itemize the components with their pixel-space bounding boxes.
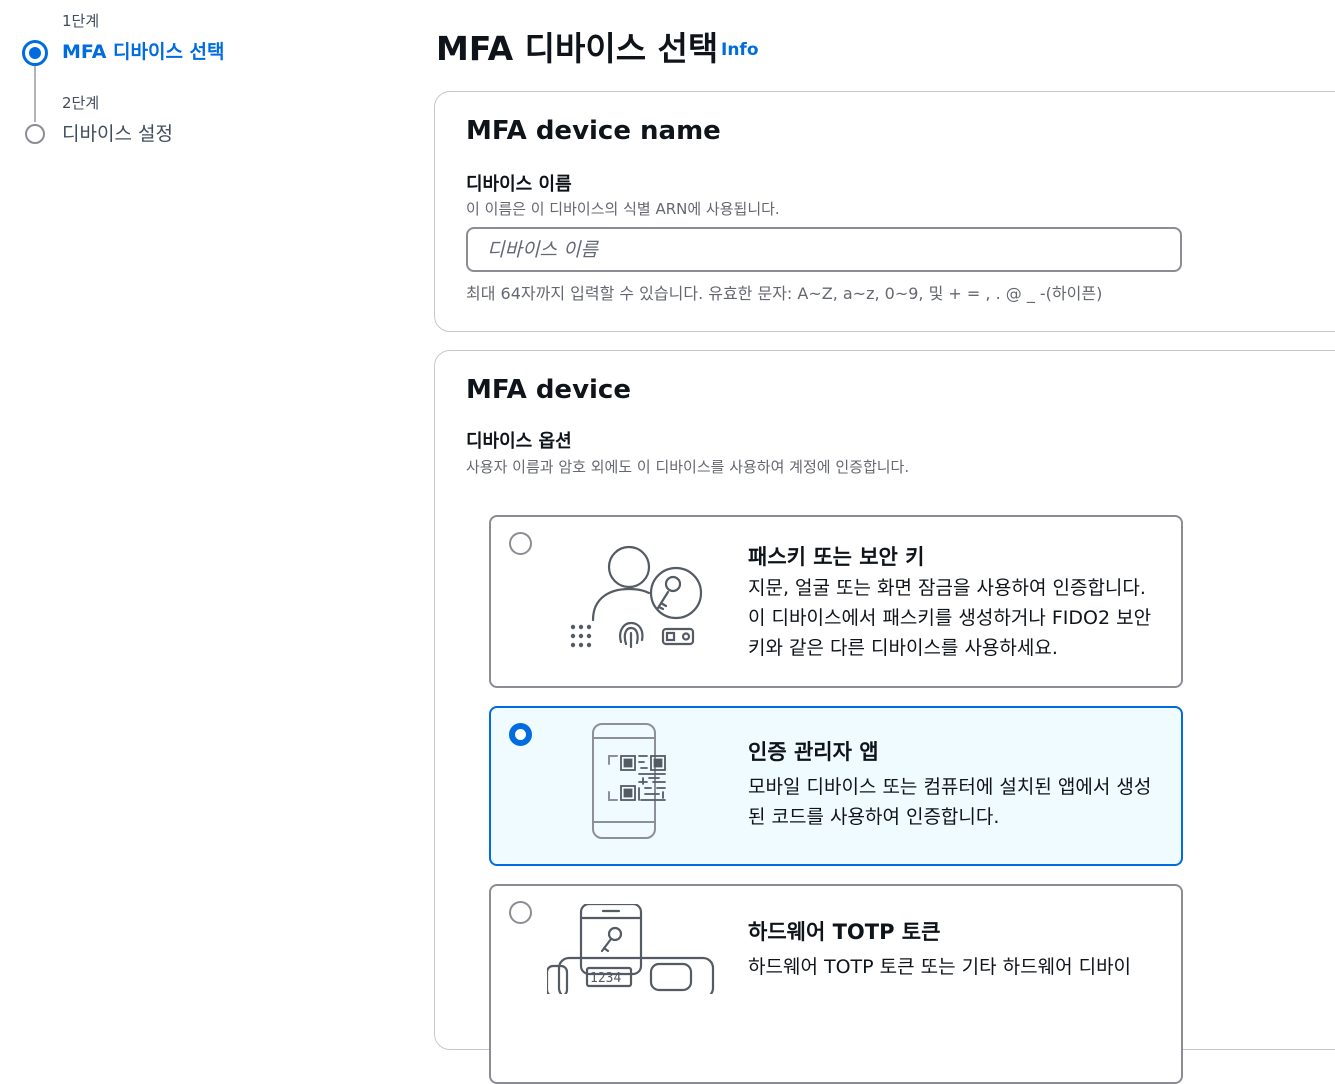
token-display-text: 1234 [590, 971, 621, 986]
option-hardware-totp-radio[interactable] [509, 901, 532, 924]
mfa-device-name-container: MFA device name 디바이스 이름 이 이름은 이 디바이스의 식별… [434, 91, 1335, 332]
page-title: MFA 디바이스 선택 [436, 29, 719, 68]
device-name-description: 이 이름은 이 디바이스의 식별 ARN에 사용됩니다. [466, 200, 780, 218]
passkey-icon [570, 545, 703, 649]
step-2-indicator [25, 124, 45, 144]
option-passkey-description: 지문, 얼굴 또는 화면 잠금을 사용하여 인증합니다. 이 디바이스에서 패스… [748, 577, 1152, 659]
step-2-title: 디바이스 설정 [62, 123, 173, 145]
device-name-input[interactable] [466, 227, 1182, 272]
option-passkey-title: 패스키 또는 보안 키 [748, 545, 925, 569]
step-1-active-indicator [22, 40, 48, 66]
info-link[interactable]: Info [721, 40, 759, 60]
option-authenticator-app-radio[interactable] [509, 723, 532, 746]
device-options-label: 디바이스 옵션 [466, 431, 572, 452]
mfa-device-container: MFA device 디바이스 옵션 사용자 이름과 암호 외에도 이 디바이스… [434, 350, 1335, 1084]
step-connector [34, 66, 36, 122]
hardware-token-icon: 1234 [547, 904, 715, 994]
step-2-number: 2단계 [62, 94, 100, 112]
option-authenticator-app-title: 인증 관리자 앱 [748, 740, 879, 764]
option-hardware-totp-title: 하드웨어 TOTP 토큰 [748, 920, 941, 944]
mfa-device-header: MFA device [466, 375, 631, 405]
option-authenticator-app-description: 모바일 디바이스 또는 컴퓨터에 설치된 앱에서 생성된 코드를 사용하여 인증… [748, 776, 1152, 828]
option-passkey-tile[interactable]: 패스키 또는 보안 키 지문, 얼굴 또는 화면 잠금을 사용하여 인증합니다.… [489, 515, 1183, 688]
step-1-number: 1단계 [62, 12, 100, 30]
step-1-title[interactable]: MFA 디바이스 선택 [62, 37, 225, 64]
option-hardware-totp-tile[interactable]: 1234 하드웨어 TOTP 토큰 하드웨어 TOTP 토큰 또는 기타 하드웨… [489, 884, 1183, 1084]
option-hardware-totp-description: 하드웨어 TOTP 토큰 또는 기타 하드웨어 디바이 [748, 956, 1132, 978]
option-passkey-radio[interactable] [509, 532, 532, 555]
device-name-label: 디바이스 이름 [466, 174, 572, 195]
option-authenticator-app-tile[interactable]: 인증 관리자 앱 모바일 디바이스 또는 컴퓨터에 설치된 앱에서 생성된 코드… [489, 706, 1183, 866]
mfa-device-name-header: MFA device name [466, 116, 721, 146]
device-name-constraint: 최대 64자까지 입력할 수 있습니다. 유효한 문자: A~Z, a~z, 0… [466, 284, 1103, 303]
authenticator-app-icon [592, 723, 666, 839]
device-options-description: 사용자 이름과 암호 외에도 이 디바이스를 사용하여 계정에 인증합니다. [466, 458, 910, 476]
